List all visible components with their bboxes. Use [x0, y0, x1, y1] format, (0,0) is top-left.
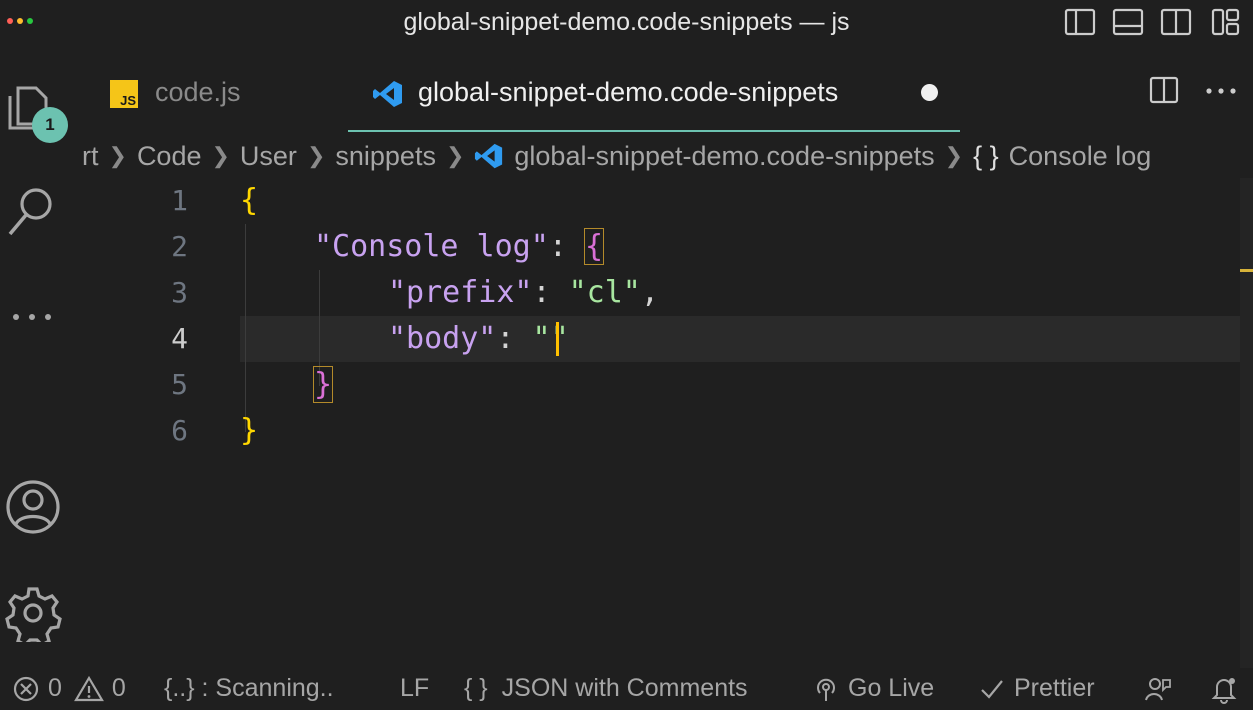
breadcrumb-item[interactable]: Console log [1009, 141, 1152, 172]
code-line: 5 } [68, 362, 1240, 408]
braces-icon: { } [464, 674, 488, 702]
accounts-feedback-icon[interactable] [1143, 674, 1173, 704]
code-line: 4 "body": "" [68, 316, 1240, 362]
line-number: 6 [171, 414, 188, 447]
settings-gear-icon[interactable] [4, 584, 62, 642]
vscode-file-icon [474, 141, 504, 171]
code-line: 1 { [68, 178, 1240, 224]
split-editor-icon[interactable] [1148, 74, 1180, 106]
notifications-bell-icon[interactable] [1209, 674, 1239, 704]
chevron-right-icon: ❯ [211, 143, 230, 168]
vscode-file-icon [372, 78, 404, 110]
chevron-right-icon: ❯ [108, 143, 127, 168]
line-number: 5 [171, 368, 188, 401]
json-key: "body" [388, 321, 497, 356]
explorer-badge: 1 [32, 107, 68, 143]
breadcrumb-item[interactable]: rt [82, 141, 99, 172]
brace: } [240, 413, 259, 448]
json-key: "Console log" [314, 229, 549, 264]
toggle-secondary-sidebar-icon[interactable] [1160, 6, 1192, 38]
breadcrumb: rt ❯ Code ❯ User ❯ snippets ❯ global-sni… [82, 136, 1253, 176]
tab-code-js[interactable]: JS code.js [100, 66, 340, 122]
chevron-right-icon: ❯ [306, 143, 326, 168]
object-symbol-icon: { } [973, 140, 999, 171]
breadcrumb-item[interactable]: Code [137, 141, 202, 172]
prettier-label: Prettier [1014, 674, 1095, 702]
language-mode-selector[interactable]: { } JSON with Comments [464, 674, 748, 703]
title-bar: global-snippet-demo.code-snippets — js [0, 0, 1253, 52]
code-line: 3 "prefix": "cl", [68, 270, 1240, 316]
brace: } [312, 366, 334, 403]
code-text: "Console log": { [314, 224, 605, 270]
brace: { [240, 183, 259, 218]
colon: : [496, 321, 533, 356]
js-file-icon: JS [110, 80, 138, 108]
colon: : [548, 229, 585, 264]
activity-bar [0, 52, 68, 672]
go-live-button[interactable]: Go Live [812, 674, 934, 703]
json-string-quote: " [532, 321, 551, 356]
more-actions-icon[interactable] [1204, 74, 1238, 106]
error-count: 0 [48, 674, 62, 702]
warning-icon [73, 675, 104, 703]
brace: { [583, 228, 605, 265]
line-number: 3 [171, 276, 188, 309]
json-key: "prefix" [388, 275, 533, 310]
tab-global-snippet-demo[interactable]: global-snippet-demo.code-snippets [348, 60, 960, 132]
toggle-panel-icon[interactable] [1112, 6, 1144, 38]
code-text: "body": "" [388, 316, 569, 362]
prettier-button[interactable]: Prettier [978, 674, 1095, 703]
code-line: 2 "Console log": { [68, 224, 1240, 270]
eol-selector[interactable]: LF [400, 674, 429, 703]
colon: : [532, 275, 569, 310]
scrollbar-cursor-marker [1240, 269, 1253, 272]
account-icon[interactable] [4, 478, 62, 536]
code-text: { [240, 178, 258, 224]
line-number: 1 [171, 184, 188, 217]
code-text: } [312, 362, 334, 408]
comma: , [640, 275, 659, 310]
breadcrumb-item[interactable]: global-snippet-demo.code-snippets [514, 141, 934, 172]
warning-count: 0 [111, 674, 126, 702]
toggle-primary-sidebar-icon[interactable] [1064, 6, 1096, 38]
status-bar: 0 0 {..} : Scanning.. LF { } JSON with C… [0, 672, 1253, 710]
vertical-scrollbar[interactable] [1240, 178, 1253, 668]
more-icon[interactable] [4, 288, 62, 346]
tab-label: global-snippet-demo.code-snippets [418, 77, 839, 107]
code-line: 6 } [68, 408, 1240, 454]
broadcast-icon [812, 675, 840, 703]
breadcrumb-item[interactable]: User [240, 141, 297, 172]
problems-indicator[interactable]: 0 0 [12, 674, 126, 703]
go-live-label: Go Live [848, 674, 935, 702]
code-editor[interactable]: 1 { 2 "Console log": { 3 "prefix": "cl",… [68, 178, 1240, 668]
text-cursor [556, 322, 559, 356]
error-icon [12, 675, 40, 703]
code-text: } [240, 408, 258, 454]
chevron-right-icon: ❯ [445, 143, 465, 168]
chevron-right-icon: ❯ [944, 143, 964, 168]
language-label: JSON with Comments [501, 674, 748, 702]
json-string: "cl" [568, 275, 641, 310]
tab-label: code.js [155, 77, 241, 107]
line-number: 2 [171, 230, 188, 263]
scanning-status[interactable]: {..} : Scanning.. [164, 674, 334, 703]
customize-layout-icon[interactable] [1210, 6, 1242, 38]
json-string-quote: " [550, 321, 569, 356]
unsaved-dot-icon[interactable] [921, 84, 938, 101]
code-text: "prefix": "cl", [388, 270, 659, 316]
search-icon[interactable] [4, 182, 62, 240]
line-number: 4 [171, 322, 188, 355]
breadcrumb-item[interactable]: snippets [335, 141, 436, 172]
check-icon [978, 675, 1006, 703]
